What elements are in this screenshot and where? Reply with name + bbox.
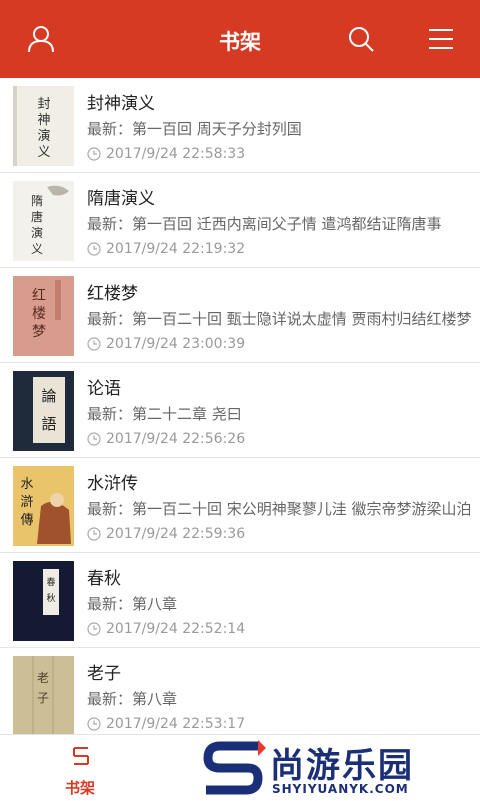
svg-text:子: 子 [37,691,49,705]
book-cover: 封 神 演 义 [13,86,74,166]
latest-chapter: 最新：第一百回 迁西内离间父子情 遣鸿都结证隋唐事 [87,215,442,233]
update-time: 2017/9/24 22:52:14 [106,621,246,637]
latest-chapter: 最新：第一百二十回 甄士隐详说太虚情 贾雨村归结红楼梦 [87,310,472,328]
svg-text:神: 神 [37,113,50,128]
app-header: 书架 [0,0,480,78]
book-title: 春秋 [87,569,121,589]
update-time: 2017/9/24 22:53:17 [106,716,246,732]
svg-text:春: 春 [46,576,55,588]
book-item[interactable]: 水 滸 傳 水浒传 最新：第一百二十回 宋公明神聚蓼儿洼 徽宗帝梦游梁山泊 20… [0,458,480,553]
svg-text:論: 論 [41,387,56,405]
book-title: 水浒传 [87,474,138,494]
svg-text:演: 演 [37,128,50,144]
update-time: 2017/9/24 22:19:32 [106,241,246,257]
clock-icon [87,622,101,636]
book-cover: 水 滸 傳 [13,466,74,546]
book-cover: 老 子 [13,656,74,736]
watermark-logo: 尚游乐园 SHYIYUANYK.COM [198,736,480,800]
update-time: 2017/9/24 22:58:33 [106,146,246,162]
book-cover: 論 語 [13,371,74,451]
svg-text:滸: 滸 [20,494,33,510]
latest-chapter: 最新：第八章 [87,690,178,708]
tab-bookshelf[interactable]: 书架 [0,735,160,801]
tab-bookshelf-label: 书架 [64,779,95,797]
clock-icon [87,527,101,541]
svg-text:語: 語 [41,415,56,433]
svg-text:红: 红 [32,288,46,304]
book-item[interactable]: 老 子 老子 最新：第八章 2017/9/24 22:53:17 [0,648,480,743]
svg-text:隋: 隋 [31,194,43,208]
latest-chapter: 最新：第二十二章 尧曰 [87,405,242,423]
latest-chapter: 最新：第八章 [87,595,178,613]
bookshelf-list: 封 神 演 义 封神演义 最新：第一百回 周天子分封列国 2017/9/24 2… [0,78,480,743]
search-icon[interactable] [346,24,376,54]
svg-text:义: 义 [37,145,50,160]
latest-chapter: 最新：第一百回 周天子分封列国 [87,120,302,138]
book-title: 封神演义 [87,94,155,114]
book-cover: 红 楼 梦 [13,276,74,356]
book-item[interactable]: 論 語 论语 最新：第二十二章 尧曰 2017/9/24 22:56:26 [0,363,480,458]
svg-text:傳: 傳 [20,513,33,528]
update-time: 2017/9/24 22:56:26 [106,431,246,447]
book-title: 红楼梦 [87,284,138,304]
svg-text:演: 演 [31,225,43,240]
book-title: 论语 [87,379,121,399]
svg-text:封: 封 [37,97,50,112]
book-title: 隋唐演义 [87,189,155,209]
bookshelf-icon [73,747,89,765]
page-title: 书架 [219,30,261,54]
book-cover: 隋 唐 演 义 [13,181,74,261]
book-title: 老子 [87,664,121,684]
watermark-url: SHYIYUANYK.COM [272,782,409,796]
clock-icon [87,717,101,731]
logo-s-icon [203,740,266,795]
clock-icon [87,432,101,446]
menu-icon[interactable] [426,24,456,54]
svg-text:秋: 秋 [46,592,55,604]
update-time: 2017/9/24 23:00:39 [106,336,246,352]
svg-text:唐: 唐 [31,209,43,224]
svg-text:水: 水 [20,477,33,492]
svg-text:义: 义 [31,242,43,256]
clock-icon [87,337,101,351]
book-item[interactable]: 春 秋 春秋 最新：第八章 2017/9/24 22:52:14 [0,553,480,648]
svg-text:梦: 梦 [32,324,46,340]
book-item[interactable]: 隋 唐 演 义 隋唐演义 最新：第一百回 迁西内离间父子情 遣鸿都结证隋唐事 2… [0,173,480,268]
book-item[interactable]: 红 楼 梦 红楼梦 最新：第一百二十回 甄士隐详说太虚情 贾雨村归结红楼梦 20… [0,268,480,363]
svg-text:楼: 楼 [32,306,46,322]
watermark-text: 尚游乐园 [270,746,414,786]
book-cover: 春 秋 [13,561,74,641]
clock-icon [87,242,101,256]
clock-icon [87,147,101,161]
book-item[interactable]: 封 神 演 义 封神演义 最新：第一百回 周天子分封列国 2017/9/24 2… [0,78,480,173]
latest-chapter: 最新：第一百二十回 宋公明神聚蓼儿洼 徽宗帝梦游梁山泊 [87,500,472,518]
svg-text:老: 老 [37,671,49,685]
update-time: 2017/9/24 22:59:36 [106,526,246,542]
